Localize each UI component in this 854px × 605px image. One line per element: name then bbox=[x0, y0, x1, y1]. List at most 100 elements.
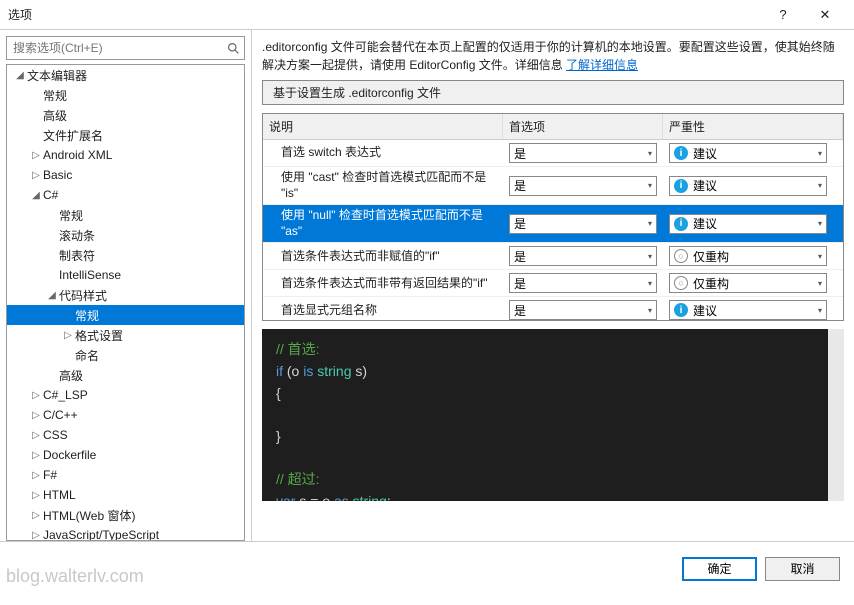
severity-dropdown[interactable]: i建议▾ bbox=[669, 176, 827, 196]
options-tree: ◢文本编辑器▷常规▷高级▷文件扩展名▷Android XML▷Basic◢C#▷… bbox=[6, 64, 245, 541]
tree-item[interactable]: ▷文件扩展名 bbox=[7, 125, 244, 145]
tree-item[interactable]: ◢C# bbox=[7, 185, 244, 205]
cell-desc: 使用 "cast" 检查时首选模式匹配而不是 "is" bbox=[263, 167, 503, 204]
chevron-down-icon: ▾ bbox=[818, 149, 822, 158]
tree-item[interactable]: ▷常规 bbox=[7, 205, 244, 225]
severity-dropdown[interactable]: i建议▾ bbox=[669, 300, 827, 320]
tree-label: 命名 bbox=[75, 347, 99, 364]
pref-dropdown[interactable]: 是▾ bbox=[509, 214, 657, 234]
severity-dropdown[interactable]: ○仅重构▾ bbox=[669, 246, 827, 266]
chevron-down-icon: ◢ bbox=[45, 290, 59, 301]
table-row[interactable]: 首选显式元组名称是▾i建议▾ bbox=[263, 297, 843, 320]
chevron-down-icon: ▾ bbox=[818, 279, 822, 288]
cell-desc: 首选条件表达式而非带有返回结果的"if" bbox=[263, 270, 503, 296]
learn-more-link[interactable]: 了解详细信息 bbox=[566, 58, 638, 72]
info-icon: i bbox=[674, 217, 688, 231]
tree-label: 高级 bbox=[59, 367, 83, 384]
tree-label: JavaScript/TypeScript bbox=[43, 528, 159, 540]
tree-item[interactable]: ▷C#_LSP bbox=[7, 385, 244, 405]
tree-label: 格式设置 bbox=[75, 327, 123, 344]
tree-label: 常规 bbox=[59, 207, 83, 224]
tree-item[interactable]: ▷JavaScript/TypeScript bbox=[7, 525, 244, 540]
tree-label: 高级 bbox=[43, 107, 67, 124]
table-row[interactable]: 使用 "null" 检查时首选模式匹配而不是 "as"是▾i建议▾ bbox=[263, 205, 843, 243]
tree-item[interactable]: ▷IntelliSense bbox=[7, 265, 244, 285]
tree-item[interactable]: ▷F# bbox=[7, 465, 244, 485]
tree-item[interactable]: ▷Basic bbox=[7, 165, 244, 185]
chevron-right-icon: ▷ bbox=[29, 410, 43, 421]
refactor-icon: ○ bbox=[674, 249, 688, 263]
pref-dropdown[interactable]: 是▾ bbox=[509, 246, 657, 266]
tree-item[interactable]: ▷滚动条 bbox=[7, 225, 244, 245]
ok-button[interactable]: 确定 bbox=[682, 557, 757, 581]
tree-item[interactable]: ▷C/C++ bbox=[7, 405, 244, 425]
cell-pref: 是▾ bbox=[503, 270, 663, 296]
search-icon bbox=[222, 37, 244, 59]
table-row[interactable]: 首选条件表达式而非赋值的"if" 是▾ ○仅重构▾ bbox=[263, 243, 843, 270]
window-title: 选项 bbox=[8, 6, 762, 23]
description-text: .editorconfig 文件可能会替代在本页上配置的仅适用于你的计算机的本地… bbox=[262, 38, 844, 74]
pref-dropdown[interactable]: 是▾ bbox=[509, 176, 657, 196]
tree-label: C#_LSP bbox=[43, 388, 88, 402]
tree-item[interactable]: ▷制表符 bbox=[7, 245, 244, 265]
cell-sev: i建议▾ bbox=[663, 140, 843, 166]
tree-item[interactable]: ▷高级 bbox=[7, 105, 244, 125]
cell-desc: 首选 switch 表达式 bbox=[263, 140, 503, 166]
tree-label: Basic bbox=[43, 168, 72, 182]
cell-sev: ○仅重构▾ bbox=[663, 270, 843, 296]
chevron-right-icon: ▷ bbox=[29, 470, 43, 481]
cell-pref: 是▾ bbox=[503, 243, 663, 269]
cell-pref: 是▾ bbox=[503, 167, 663, 204]
chevron-right-icon: ▷ bbox=[29, 490, 43, 501]
cell-desc: 首选条件表达式而非赋值的"if" bbox=[263, 243, 503, 269]
severity-dropdown[interactable]: i建议▾ bbox=[669, 214, 827, 234]
tree-label: 滚动条 bbox=[59, 227, 95, 244]
generate-editorconfig-button[interactable]: 基于设置生成 .editorconfig 文件 bbox=[262, 80, 844, 105]
table-row[interactable]: 使用 "cast" 检查时首选模式匹配而不是 "is" 是▾ i建议▾ bbox=[263, 167, 843, 205]
tree-item[interactable]: ◢代码样式 bbox=[7, 285, 244, 305]
tree-label: IntelliSense bbox=[59, 268, 121, 282]
pref-dropdown[interactable]: 是▾ bbox=[509, 273, 657, 293]
table-row[interactable]: 首选条件表达式而非带有返回结果的"if" 是▾ ○仅重构▾ bbox=[263, 270, 843, 297]
chevron-down-icon: ▾ bbox=[818, 181, 822, 190]
tree-item[interactable]: ▷HTML(Web 窗体) bbox=[7, 505, 244, 525]
chevron-down-icon: ▾ bbox=[818, 252, 822, 261]
search-box[interactable] bbox=[6, 36, 245, 60]
tree-item[interactable]: ◢文本编辑器 bbox=[7, 65, 244, 85]
tree-item[interactable]: ▷常规 bbox=[7, 85, 244, 105]
tree-item[interactable]: ▷常规 bbox=[7, 305, 244, 325]
chevron-right-icon: ▷ bbox=[29, 430, 43, 441]
refactor-icon: ○ bbox=[674, 276, 688, 290]
close-button[interactable]: ✕ bbox=[804, 0, 846, 30]
tree-item[interactable]: ▷格式设置 bbox=[7, 325, 244, 345]
col-pref: 首选项 bbox=[503, 114, 663, 139]
pref-dropdown[interactable]: 是▾ bbox=[509, 300, 657, 320]
tree-label: 文本编辑器 bbox=[27, 67, 87, 84]
tree-label: HTML(Web 窗体) bbox=[43, 507, 135, 524]
tree-item[interactable]: ▷高级 bbox=[7, 365, 244, 385]
tree-label: Android XML bbox=[43, 148, 112, 162]
chevron-right-icon: ▷ bbox=[29, 530, 43, 541]
tree-item[interactable]: ▷Dockerfile bbox=[7, 445, 244, 465]
tree-item[interactable]: ▷CSS bbox=[7, 425, 244, 445]
tree-label: Dockerfile bbox=[43, 448, 96, 462]
tree-item[interactable]: ▷Android XML bbox=[7, 145, 244, 165]
search-input[interactable] bbox=[7, 37, 222, 59]
chevron-down-icon: ▾ bbox=[648, 149, 652, 158]
help-button[interactable]: ? bbox=[762, 0, 804, 30]
table-row[interactable]: 首选 switch 表达式是▾ i建议▾ bbox=[263, 140, 843, 167]
tree-item[interactable]: ▷命名 bbox=[7, 345, 244, 365]
tree-label: C/C++ bbox=[43, 408, 78, 422]
info-icon: i bbox=[674, 303, 688, 317]
cancel-button[interactable]: 取消 bbox=[765, 557, 840, 581]
chevron-down-icon: ▾ bbox=[648, 279, 652, 288]
settings-table: 说明 首选项 严重性 首选 switch 表达式是▾i建议▾使用 "cast" … bbox=[262, 113, 844, 321]
chevron-right-icon: ▷ bbox=[29, 150, 43, 161]
pref-dropdown[interactable]: 是▾ bbox=[509, 143, 657, 163]
chevron-down-icon: ▾ bbox=[648, 219, 652, 228]
code-preview: // 首选: if (o is string s) { } // 超过: var… bbox=[262, 329, 844, 501]
tree-item[interactable]: ▷HTML bbox=[7, 485, 244, 505]
info-icon: i bbox=[674, 179, 688, 193]
severity-dropdown[interactable]: ○仅重构▾ bbox=[669, 273, 827, 293]
severity-dropdown[interactable]: i建议▾ bbox=[669, 143, 827, 163]
